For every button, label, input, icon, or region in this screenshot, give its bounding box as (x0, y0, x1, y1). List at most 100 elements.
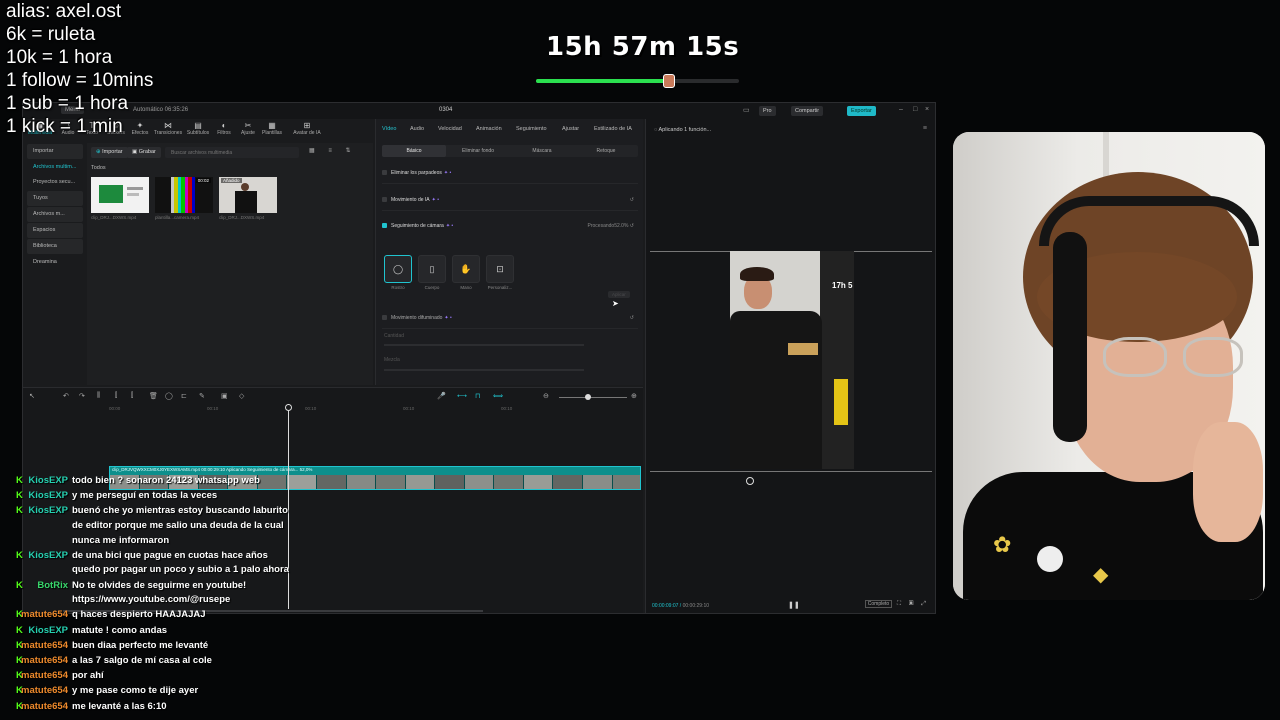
chat-username[interactable]: matute654 (21, 639, 68, 654)
nav-spaces[interactable]: Espacios (27, 223, 83, 238)
tool-transitions[interactable]: ⋈ Transiciones (153, 121, 183, 136)
mode-face[interactable]: ◯ (384, 255, 412, 283)
row-ai-motion[interactable]: Movimiento de IA ✦ • ↺ (382, 197, 638, 211)
pause-icon[interactable]: ❚❚ (788, 601, 800, 609)
redo-icon[interactable]: ↷ (79, 392, 85, 400)
magnet-icon[interactable]: ⊓ (475, 392, 480, 400)
timeline-toolbar: ↖ ↶ ↷ ⫼ ⫿ ⫿ 🗑 ◯ ⊏ ✎ ▣ ◇ 🎤 ⟷ ⊓ ⟺ ⊖ ⊕ (23, 390, 643, 404)
nav-dreamina[interactable]: Dreamina (27, 255, 83, 270)
subtab-mask[interactable]: Máscara (510, 145, 574, 157)
player-controls[interactable]: Completo ⛶ ▣ ⤢ (864, 600, 929, 608)
tab-video[interactable]: Vídeo (382, 126, 396, 132)
tool-templates[interactable]: ▦ Plantillas (257, 121, 287, 136)
undo-icon[interactable]: ↶ (63, 392, 69, 400)
preview-axis-icon[interactable]: ⟺ (493, 392, 503, 400)
edit-icon[interactable]: ✎ (199, 392, 205, 400)
tab-speed[interactable]: Velocidad (438, 126, 462, 132)
chat-username[interactable]: BotRix (37, 579, 68, 594)
select-tool-icon[interactable]: ↖ (29, 392, 35, 400)
tab-ai-style[interactable]: Estilizado de IA (594, 126, 632, 132)
minimize-icon[interactable]: – (899, 106, 903, 113)
project-name[interactable]: 0304 (439, 107, 452, 113)
media-item[interactable]: 00:02 plantilla...camera.mp4 (155, 177, 213, 223)
processing-status: Procesando52.0% ↺ (587, 223, 634, 229)
row-camera-tracking[interactable]: Seguimiento de cámara ✦ • Procesando52.0%… (382, 223, 638, 237)
ai-motion-checkbox[interactable] (382, 197, 387, 203)
view-options-icon[interactable]: ▦ ≡ ⇅ (309, 147, 357, 154)
playhead-handle[interactable] (285, 404, 292, 411)
media-item[interactable]: Añadido clip_DRJ...DXWS.mp4 (219, 177, 277, 223)
video-preview[interactable]: 17h 5 (730, 251, 854, 469)
chat-username[interactable]: KiosEXP (28, 549, 68, 564)
media-item[interactable]: clip_DRJ...DXWS.mp4 (91, 177, 149, 223)
media-search-input[interactable] (165, 147, 299, 158)
mode-custom[interactable]: ⊡ (486, 255, 514, 283)
row-motion-blur[interactable]: Movimiento difuminado ✦ • ↺ (382, 315, 638, 329)
chat-username[interactable]: KiosEXP (28, 624, 68, 639)
tab-adjust[interactable]: Ajustar (562, 126, 579, 132)
tab-animation[interactable]: Animación (476, 126, 502, 132)
export-button[interactable]: Exportar (847, 106, 876, 116)
target-icon[interactable] (746, 477, 754, 485)
camera-tracking-checkbox[interactable] (382, 223, 387, 229)
row-remove-blinks[interactable]: Eliminar los parpadeos ✦ • (382, 170, 638, 184)
split-left-icon[interactable]: ⫿ (115, 392, 117, 400)
link-icon[interactable]: ⟷ (457, 392, 467, 400)
delete-icon[interactable]: 🗑 (149, 392, 158, 400)
close-icon[interactable]: × (925, 106, 929, 113)
freeze-icon[interactable]: ◯ (165, 392, 173, 400)
layout-icon[interactable]: ▭ (743, 106, 750, 114)
chat-username[interactable]: matute654 (21, 669, 68, 684)
import-button[interactable]: ⊕ Importar (91, 147, 128, 158)
nav-library[interactable]: Biblioteca (27, 239, 83, 254)
crop-icon[interactable]: ⊏ (181, 392, 187, 400)
chat-username[interactable]: matute654 (21, 700, 68, 715)
chat-username[interactable]: matute654 (21, 684, 68, 699)
subtab-remove-bg[interactable]: Eliminar fondo (446, 145, 510, 157)
split-icon[interactable]: ⫼ (97, 392, 100, 400)
chat-username[interactable]: matute654 (21, 654, 68, 669)
reset-icon[interactable]: ↺ (630, 197, 634, 203)
apply-button[interactable]: Aplicar (608, 291, 630, 298)
chat-message: Kmatute654 q haces despierto HAAJAJAJ (16, 608, 300, 623)
nav-yours[interactable]: Tuyos (27, 191, 83, 206)
mode-body[interactable]: ▯ (418, 255, 446, 283)
tab-tracking[interactable]: Seguimiento (516, 126, 547, 132)
keyframe-icon[interactable]: ◇ (239, 392, 244, 400)
reset-icon[interactable]: ↺ (630, 315, 634, 321)
maximize-icon[interactable]: □ (913, 106, 917, 113)
motion-blur-checkbox[interactable] (382, 315, 387, 321)
nav-secondary-projects[interactable]: Proyectos secu... (27, 175, 83, 190)
kick-badge-icon: K (16, 490, 23, 502)
record-button[interactable]: ▣ Grabar (127, 147, 161, 158)
chat-message-text: buenó che yo mientras estoy buscando lab… (72, 504, 288, 548)
chat-username[interactable]: KiosEXP (28, 489, 68, 504)
zoom-in-icon[interactable]: ⊕ (631, 392, 637, 400)
blend-slider[interactable] (384, 369, 584, 371)
goal-line: 1 follow = 10mins (6, 70, 154, 91)
chat-message-text: y me pase como te dije ayer (72, 684, 284, 699)
pro-badge[interactable]: Pro (759, 106, 776, 116)
nav-files[interactable]: Archivos m... (27, 207, 83, 222)
subtab-retouch[interactable]: Retoque (574, 145, 638, 157)
share-button[interactable]: Compartir (791, 106, 824, 116)
mode-hand[interactable]: ✋ (452, 255, 480, 283)
nav-import[interactable]: Importar (27, 144, 83, 159)
zoom-slider-knob[interactable] (585, 394, 591, 400)
split-right-icon[interactable]: ⫿ (131, 392, 133, 400)
chat-username[interactable]: KiosEXP (28, 474, 68, 489)
amount-slider[interactable] (384, 344, 584, 346)
transform-icon[interactable]: ▣ (221, 392, 228, 400)
nav-media-files[interactable]: Archivos multim... (27, 160, 83, 175)
shirt-pattern-icon: ◆ (1093, 564, 1109, 586)
chat-username[interactable]: matute654 (21, 608, 68, 623)
mic-icon[interactable]: 🎤 (437, 392, 446, 400)
subtab-basic[interactable]: Básico (382, 145, 446, 157)
player-menu-icon[interactable]: ≡ (923, 125, 927, 132)
blink-checkbox[interactable] (382, 170, 387, 176)
tab-audio[interactable]: Audio (410, 126, 424, 132)
tool-ai-avatar[interactable]: ⊞ Avatar de IA (287, 121, 327, 136)
zoom-slider[interactable] (559, 397, 627, 398)
zoom-out-icon[interactable]: ⊖ (543, 392, 549, 400)
chat-username[interactable]: KiosEXP (28, 504, 68, 519)
